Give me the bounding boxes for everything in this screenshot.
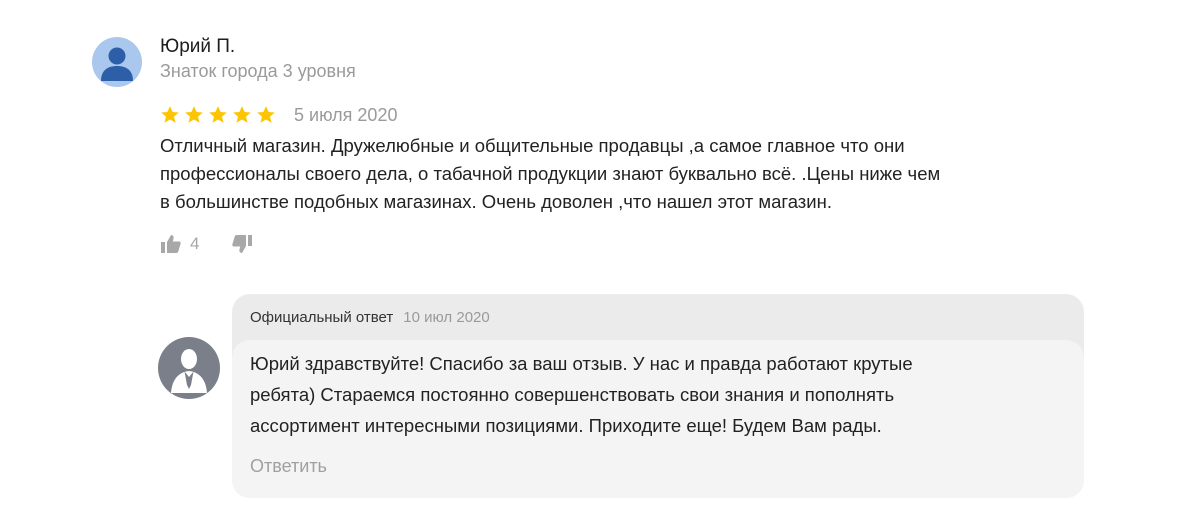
official-answer-text: Юрий здравствуйте! Спасибо за ваш отзыв.… (250, 348, 1070, 441)
thumbs-down-icon (232, 235, 253, 253)
star-icon (185, 106, 203, 123)
official-answer-label: Официальный ответ (250, 308, 394, 326)
star-icon (257, 106, 275, 123)
review-reactions: 4 (160, 232, 253, 256)
person-silhouette-icon (101, 47, 133, 81)
official-answer-date: 10 июл 2020 (403, 308, 490, 326)
rating-row: 5 июля 2020 (160, 103, 397, 127)
official-answer-header: Официальный ответ 10 июл 2020 (232, 294, 1084, 340)
review-text-line: в большинстве подобных магазинах. Очень … (160, 191, 832, 212)
review-text: Отличный магазин. Дружелюбные и общитель… (160, 132, 1120, 216)
dislike-button[interactable] (231, 233, 253, 255)
review-text-line: профессионалы своего дела, о табачной пр… (160, 163, 941, 184)
star-icon (233, 106, 251, 123)
star-icon (161, 106, 179, 123)
review-date: 5 июля 2020 (294, 104, 398, 125)
review-author: Юрий П. Знаток города 3 уровня (160, 34, 356, 82)
business-avatar-icon (158, 337, 220, 399)
like-count: 4 (190, 234, 200, 253)
answer-text-line: ребята) Стараемся постоянно совершенство… (250, 384, 895, 405)
like-button[interactable]: 4 (160, 233, 199, 255)
answer-text-line: ассортимент интересными позициями. Прихо… (250, 415, 882, 436)
star-icon (209, 106, 227, 123)
star-rating (160, 105, 280, 125)
author-level: Знаток города 3 уровня (160, 61, 356, 81)
user-avatar-icon[interactable] (92, 37, 142, 87)
review-text-line: Отличный магазин. Дружелюбные и общитель… (160, 135, 905, 156)
official-answer-card: Официальный ответ 10 июл 2020 Юрий здрав… (232, 294, 1084, 498)
reply-button[interactable]: Ответить (250, 456, 327, 477)
author-name[interactable]: Юрий П. (160, 34, 356, 60)
thumbs-up-icon (161, 235, 181, 253)
answer-text-line: Юрий здравствуйте! Спасибо за ваш отзыв.… (250, 353, 913, 374)
official-answer-body: Юрий здравствуйте! Спасибо за ваш отзыв.… (232, 340, 1084, 498)
businessman-silhouette-icon (171, 349, 207, 393)
